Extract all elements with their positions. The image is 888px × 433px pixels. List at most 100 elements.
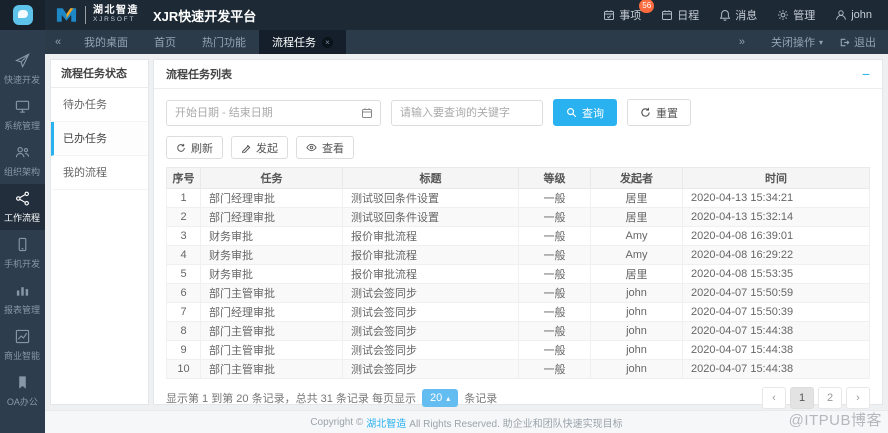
sidebar-item-quick-dev[interactable]: 快速开发 — [0, 46, 45, 92]
pager-next[interactable]: › — [846, 387, 870, 409]
app-logo-icon — [12, 5, 33, 25]
cell-task: 财务审批 — [200, 226, 343, 246]
table-row[interactable]: 6 部门主管审批 测试会签同步 一般 john 2020-04-07 15:50:59 — [166, 283, 870, 303]
query-button[interactable]: 查询 — [553, 99, 617, 126]
table-row[interactable]: 8 部门主管审批 测试会签同步 一般 john 2020-04-07 15:44:38 — [166, 321, 870, 341]
tabs-scroll-right-icon[interactable]: » — [729, 36, 755, 48]
status-item-done[interactable]: 已办任务 — [51, 122, 148, 156]
close-operations-menu[interactable]: 关闭操作 ▾ — [771, 34, 823, 50]
task-status-list: 待办任务 已办任务 我的流程 — [51, 88, 148, 190]
cell-task: 部门主管审批 — [200, 340, 343, 360]
status-item-todo[interactable]: 待办任务 — [51, 88, 148, 122]
eye-icon — [306, 142, 317, 153]
pager-page-2[interactable]: 2 — [818, 387, 842, 409]
cell-initiator: Amy — [590, 245, 683, 265]
cell-time: 2020-04-13 15:34:21 — [682, 188, 870, 208]
sidebar-item-label: OA办公 — [6, 396, 39, 408]
cell-initiator: 居里 — [590, 207, 683, 227]
app-logo-box[interactable] — [0, 0, 45, 30]
cell-index: 7 — [166, 302, 201, 322]
keyword-input[interactable] — [391, 99, 543, 126]
column-header-title[interactable]: 标题 — [342, 167, 519, 189]
cell-time: 2020-04-13 15:32:14 — [682, 207, 870, 227]
column-header-initiator[interactable]: 发起者 — [590, 167, 683, 189]
pagination-summary-suffix: 条记录 — [464, 393, 498, 405]
table-row[interactable]: 4 财务审批 报价审批流程 一般 Amy 2020-04-08 16:29:22 — [166, 245, 870, 265]
tab-hot-functions[interactable]: 热门功能 — [189, 30, 259, 54]
tabs-scroll-left-icon[interactable]: « — [45, 30, 71, 54]
tab-label: 我的桌面 — [84, 37, 128, 49]
tab-my-desktop[interactable]: 我的桌面 — [71, 30, 141, 54]
copyright-prefix: Copyright © — [310, 416, 364, 428]
cell-time: 2020-04-07 15:50:39 — [682, 302, 870, 322]
cell-time: 2020-04-08 16:29:22 — [682, 245, 870, 265]
cell-task: 部门经理审批 — [200, 188, 343, 208]
topbar-item-matters[interactable]: 事项 56 — [603, 0, 655, 23]
query-button-label: 查询 — [582, 107, 604, 120]
topbar-item-messages[interactable]: 消息 — [719, 7, 757, 23]
column-header-time[interactable]: 时间 — [682, 167, 870, 189]
view-button[interactable]: 查看 — [296, 136, 354, 159]
reset-button[interactable]: 重置 — [627, 99, 691, 126]
cell-index: 8 — [166, 321, 201, 341]
table-row[interactable]: 3 财务审批 报价审批流程 一般 Amy 2020-04-08 16:39:01 — [166, 226, 870, 246]
cell-task: 部门主管审批 — [200, 359, 343, 379]
refresh-button[interactable]: 刷新 — [166, 136, 223, 159]
topbar-item-admin[interactable]: 管理 — [777, 7, 815, 23]
collapse-panel-icon[interactable]: − — [862, 67, 870, 81]
sidebar-item-business-intel[interactable]: 商业智能 — [0, 322, 45, 368]
cell-title: 报价审批流程 — [342, 264, 519, 284]
sidebar-item-org-structure[interactable]: 组织架构 — [0, 138, 45, 184]
calendar-icon[interactable] — [361, 107, 373, 119]
table-row[interactable]: 10 部门主管审批 测试会签同步 一般 john 2020-04-07 15:44:38 — [166, 359, 870, 379]
footer: Copyright © 湖北智造 All Rights Reserved. 助企… — [45, 410, 888, 433]
exit-button[interactable]: 退出 — [839, 34, 876, 50]
footer-brand-link[interactable]: 湖北智造 — [366, 415, 406, 430]
cell-time: 2020-04-07 15:44:38 — [682, 321, 870, 341]
table-row[interactable]: 5 财务审批 报价审批流程 一般 居里 2020-04-08 15:53:35 — [166, 264, 870, 284]
tab-home[interactable]: 首页 — [141, 30, 189, 54]
cell-task: 财务审批 — [200, 245, 343, 265]
tab-label: 首页 — [154, 37, 176, 49]
sidebar-item-report-mgmt[interactable]: 报表管理 — [0, 276, 45, 322]
cell-time: 2020-04-08 16:39:01 — [682, 226, 870, 246]
tab-process-tasks[interactable]: 流程任务 × — [259, 30, 346, 54]
cell-title: 测试驳回条件设置 — [342, 188, 519, 208]
topbar-item-user[interactable]: john — [835, 9, 872, 21]
page-size-dropdown[interactable]: 20 ▴ — [421, 389, 459, 407]
column-header-level[interactable]: 等级 — [518, 167, 591, 189]
column-header-task[interactable]: 任务 — [200, 167, 343, 189]
cell-task: 部门经理审批 — [200, 302, 343, 322]
date-range-input[interactable] — [166, 99, 381, 126]
cell-time: 2020-04-07 15:50:59 — [682, 283, 870, 303]
tab-close-icon[interactable]: × — [322, 36, 333, 48]
cell-time: 2020-04-07 15:44:38 — [682, 359, 870, 379]
refresh-icon — [176, 143, 186, 153]
column-header-index[interactable]: 序号 — [166, 167, 201, 189]
status-item-my-process[interactable]: 我的流程 — [51, 156, 148, 190]
notification-badge: 56 — [639, 0, 655, 13]
table-row[interactable]: 2 部门经理审批 测试驳回条件设置 一般 居里 2020-04-13 15:32:14 — [166, 207, 870, 227]
pager-page-1[interactable]: 1 — [790, 387, 814, 409]
cell-initiator: john — [590, 340, 683, 360]
sidebar-item-workflow[interactable]: 工作流程 — [0, 184, 45, 230]
sidebar-item-system-mgmt[interactable]: 系统管理 — [0, 92, 45, 138]
cell-level: 一般 — [518, 188, 591, 208]
brand-mark-icon — [55, 7, 78, 23]
tabbar: « 我的桌面 首页 热门功能 流程任务 × » 关闭操作 ▾ 退出 — [45, 30, 888, 54]
topbar-item-label: 消息 — [735, 10, 758, 22]
table-row[interactable]: 1 部门经理审批 测试驳回条件设置 一般 居里 2020-04-13 15:34:21 — [166, 188, 870, 208]
topbar-item-label: 日程 — [677, 10, 700, 22]
cell-level: 一般 — [518, 321, 591, 341]
sidebar-item-mobile-dev[interactable]: 手机开发 — [0, 230, 45, 276]
topbar-item-schedule[interactable]: 日程 — [661, 7, 699, 23]
sidebar-item-oa-office[interactable]: OA办公 — [0, 368, 45, 414]
table-row[interactable]: 9 部门主管审批 测试会签同步 一般 john 2020-04-07 15:44:38 — [166, 340, 870, 360]
cell-index: 3 — [166, 226, 201, 246]
task-status-panel-title: 流程任务状态 — [51, 60, 148, 88]
launch-button-label: 发起 — [256, 142, 278, 155]
cell-task: 部门主管审批 — [200, 321, 343, 341]
pager-prev[interactable]: ‹ — [762, 387, 786, 409]
table-row[interactable]: 7 部门经理审批 测试会签同步 一般 john 2020-04-07 15:50:39 — [166, 302, 870, 322]
launch-button[interactable]: 发起 — [231, 136, 288, 159]
